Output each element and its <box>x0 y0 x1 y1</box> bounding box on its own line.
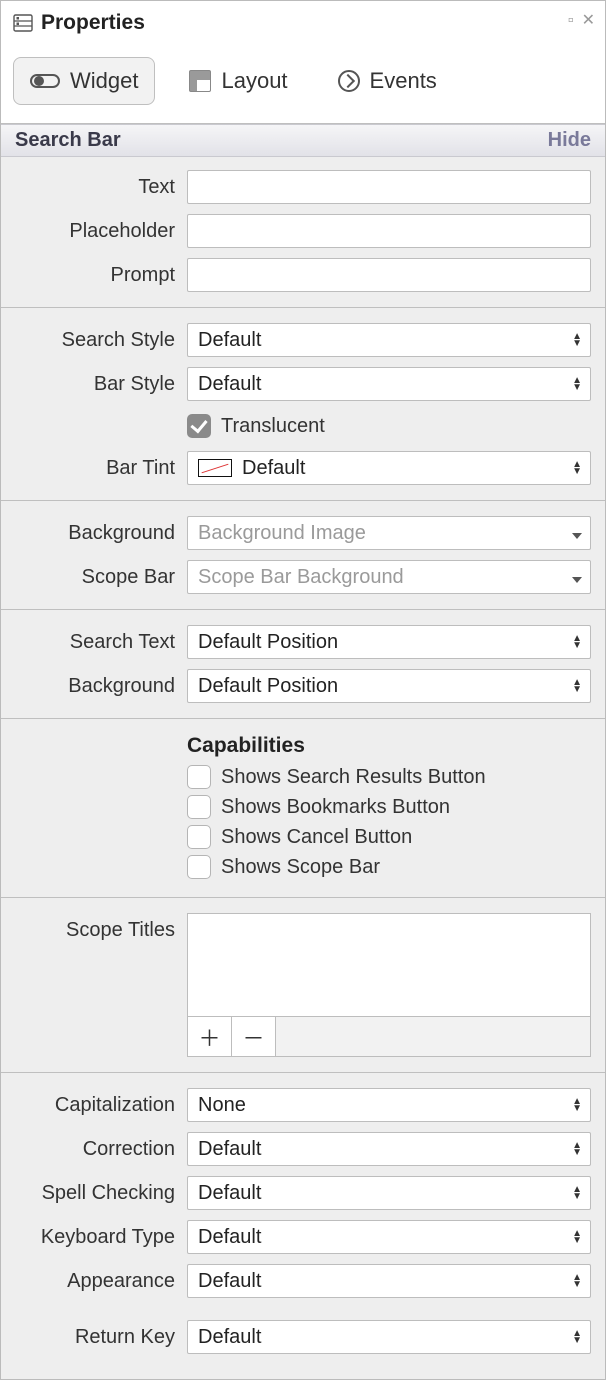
text-input[interactable] <box>187 170 591 204</box>
tab-label: Widget <box>70 68 138 94</box>
translucent-checkbox[interactable] <box>187 414 211 438</box>
shows-scope-bar-checkbox[interactable] <box>187 855 211 879</box>
chevron-updown-icon <box>572 1330 582 1344</box>
label-background-pos: Background <box>15 669 187 703</box>
checkbox-label: Shows Scope Bar <box>221 856 380 879</box>
appearance-select[interactable]: Default <box>187 1264 591 1298</box>
label-placeholder: Placeholder <box>15 214 187 248</box>
shows-bookmarks-checkbox[interactable] <box>187 795 211 819</box>
label-bar-tint: Bar Tint <box>15 451 187 485</box>
layout-icon <box>189 70 211 92</box>
chevron-updown-icon <box>572 635 582 649</box>
select-value: Default Position <box>198 675 338 698</box>
tab-widget[interactable]: Widget <box>13 57 155 105</box>
shows-cancel-checkbox[interactable] <box>187 825 211 849</box>
chevron-updown-icon <box>572 1230 582 1244</box>
properties-icon <box>13 13 33 33</box>
label-capitalization: Capitalization <box>15 1088 187 1122</box>
shows-search-results-checkbox[interactable] <box>187 765 211 789</box>
select-value: Default <box>198 1270 261 1293</box>
chevron-updown-icon <box>572 377 582 391</box>
label-return-key: Return Key <box>15 1320 187 1354</box>
section-header: Search Bar Hide <box>1 124 605 157</box>
chevron-updown-icon <box>572 679 582 693</box>
select-value: Default <box>198 1226 261 1249</box>
placeholder-input[interactable] <box>187 214 591 248</box>
label-scope-bar-image: Scope Bar <box>15 560 187 594</box>
tab-label: Events <box>370 68 437 94</box>
hide-button[interactable]: Hide <box>548 129 591 152</box>
label-text: Text <box>15 170 187 204</box>
section-name: Search Bar <box>15 129 121 152</box>
label-prompt: Prompt <box>15 258 187 292</box>
select-value: Default <box>198 1182 261 1205</box>
chevron-updown-icon <box>572 1274 582 1288</box>
select-value: Default <box>198 373 261 396</box>
background-pos-select[interactable]: Default Position <box>187 669 591 703</box>
checkbox-label: Shows Search Results Button <box>221 766 486 789</box>
tab-label: Layout <box>221 68 287 94</box>
capabilities-heading: Capabilities <box>187 734 591 762</box>
scope-bar-image-combo[interactable]: Scope Bar Background <box>187 560 591 594</box>
bar-style-select[interactable]: Default <box>187 367 591 401</box>
chevron-updown-icon <box>572 1186 582 1200</box>
tab-layout[interactable]: Layout <box>173 58 303 104</box>
combo-placeholder: Scope Bar Background <box>198 566 404 589</box>
search-style-select[interactable]: Default <box>187 323 591 357</box>
label-keyboard: Keyboard Type <box>15 1220 187 1254</box>
select-value: Default <box>198 1138 261 1161</box>
checkbox-label: Shows Cancel Button <box>221 826 412 849</box>
select-value: Default Position <box>198 631 338 654</box>
properties-panel: Properties ▫ ✕ Widget Layout Events Sear… <box>0 0 606 1380</box>
label-background-image: Background <box>15 516 187 550</box>
remove-scope-button[interactable]: － <box>232 1017 276 1056</box>
events-icon <box>338 70 360 92</box>
chevron-down-icon <box>572 566 582 589</box>
panel-title: Properties <box>41 11 145 35</box>
no-color-swatch-icon <box>198 459 232 477</box>
chevron-down-icon <box>572 522 582 545</box>
label-appearance: Appearance <box>15 1264 187 1298</box>
select-value: Default <box>198 1326 261 1349</box>
label-correction: Correction <box>15 1132 187 1166</box>
search-text-pos-select[interactable]: Default Position <box>187 625 591 659</box>
scope-toolbar-spacer <box>276 1017 590 1056</box>
label-search-style: Search Style <box>15 323 187 357</box>
close-icon[interactable]: ✕ <box>582 13 595 29</box>
chevron-updown-icon <box>572 461 582 475</box>
translucent-label: Translucent <box>221 415 325 438</box>
widget-icon <box>30 74 60 88</box>
select-value: None <box>198 1094 246 1117</box>
keyboard-type-select[interactable]: Default <box>187 1220 591 1254</box>
capitalization-select[interactable]: None <box>187 1088 591 1122</box>
prompt-input[interactable] <box>187 258 591 292</box>
label-scope-titles: Scope Titles <box>15 913 187 947</box>
spell-checking-select[interactable]: Default <box>187 1176 591 1210</box>
label-bar-style: Bar Style <box>15 367 187 401</box>
tab-events[interactable]: Events <box>322 58 453 104</box>
label-search-text-pos: Search Text <box>15 625 187 659</box>
bar-tint-select[interactable]: Default <box>187 451 591 485</box>
scope-titles-list[interactable] <box>187 913 591 1017</box>
chevron-updown-icon <box>572 333 582 347</box>
select-value: Default <box>242 457 305 480</box>
correction-select[interactable]: Default <box>187 1132 591 1166</box>
select-value: Default <box>198 329 261 352</box>
minimize-icon[interactable]: ▫ <box>568 13 574 29</box>
checkbox-label: Shows Bookmarks Button <box>221 796 450 819</box>
chevron-updown-icon <box>572 1098 582 1112</box>
add-scope-button[interactable]: ＋ <box>188 1017 232 1056</box>
background-image-combo[interactable]: Background Image <box>187 516 591 550</box>
label-spell: Spell Checking <box>15 1176 187 1210</box>
chevron-updown-icon <box>572 1142 582 1156</box>
panel-titlebar: Properties ▫ ✕ <box>1 1 605 43</box>
tabs: Widget Layout Events <box>1 43 605 123</box>
return-key-select[interactable]: Default <box>187 1320 591 1354</box>
combo-placeholder: Background Image <box>198 522 366 545</box>
